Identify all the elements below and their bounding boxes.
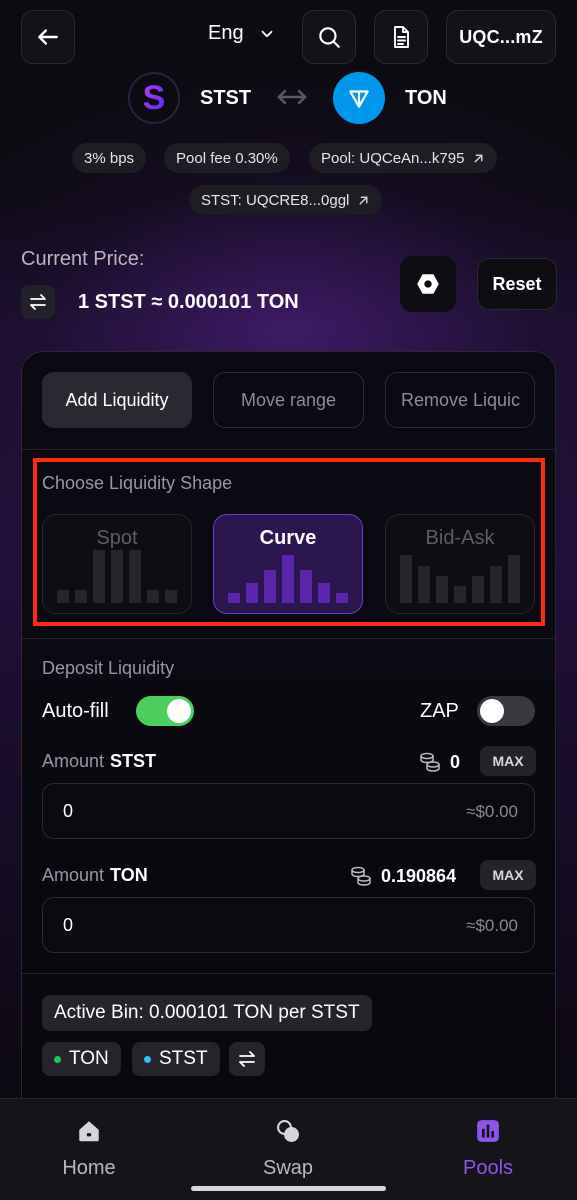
bottom-nav: Home Swap Pools [0,1098,577,1200]
amount-stst-label: Amount STST [42,751,156,772]
max-label: MAX [492,867,524,883]
wallet-button[interactable]: UQC...mZ [446,10,556,64]
nav-swap[interactable]: Swap [228,1113,348,1180]
bps-label: 3% bps [84,149,135,167]
usd-estimate: ≈$0.00 [466,916,518,935]
language-selector[interactable]: Eng [208,22,276,45]
ton-legend: TON [42,1042,121,1076]
double-arrow-icon [277,89,307,105]
stst-amount-input[interactable]: 0 ≈$0.00 [42,783,535,839]
external-link-icon [474,153,483,163]
balance-value: 0.190864 [381,865,457,886]
stst-dot-icon [144,1055,151,1063]
input-value: 0 [63,915,74,935]
stst-address-label: STST: UQCRE8...0ggl [201,191,350,209]
home-indicator [191,1186,386,1191]
nav-label: Pools [462,1157,514,1179]
ton-amount-input[interactable]: 0 ≈$0.00 [42,897,535,953]
balance-value: 0 [450,751,461,772]
bps-chip: 3% bps [72,143,147,173]
wallet-address: UQC...mZ [459,26,543,47]
deposit-liquidity-title: Deposit Liquidity [42,658,175,678]
stst-address-chip[interactable]: STST: UQCRE8...0ggl [189,185,383,215]
tab-label: Add Liquidity [65,389,169,410]
fee-chip: Pool fee 0.30% [164,143,290,173]
ton-dot-icon [54,1055,61,1063]
svg-text:S: S [143,79,166,117]
coins-icon [420,752,440,772]
document-button[interactable] [374,10,428,64]
stst-legend: STST [132,1042,220,1076]
amount-label-text: Amount [42,865,105,885]
reset-label: Reset [492,273,542,294]
divider [22,449,555,450]
document-icon [394,26,409,48]
zap-toggle[interactable] [477,696,535,726]
chevron-down-icon [261,30,272,37]
pool-address-label: Pool: UQCeAn...k795 [321,149,465,167]
swap-arrows-icon [239,1051,255,1067]
token-a-name: STST [200,87,252,109]
swap-coins-icon [277,1120,299,1142]
max-button-stst[interactable]: MAX [480,746,536,776]
amount-ton-label: Amount TON [42,865,148,886]
max-button-ton[interactable]: MAX [480,860,536,890]
ton-legend-label: TON [69,1048,109,1069]
current-price-value: 1 STST ≈ 0.000101 TON [78,291,299,313]
reset-button[interactable]: Reset [477,258,557,310]
amount-token: TON [110,865,148,885]
coins-icon [351,866,371,886]
settings-button[interactable] [400,256,456,312]
nav-label: Home [62,1157,116,1179]
stst-balance: 0 [418,750,460,774]
flip-bin-button[interactable] [229,1042,265,1076]
ton-token-icon [333,72,385,124]
stst-token-icon: S [128,72,180,124]
token-b-name: TON [405,87,447,109]
bar-chart-icon [477,1120,499,1142]
language-label: Eng [208,22,244,44]
autofill-label: Auto-fill [42,700,109,722]
tab-move-range[interactable]: Move range [213,372,364,428]
nav-pools[interactable]: Pools [428,1113,548,1180]
amount-token: STST [110,751,157,771]
tab-label: Remove Liquic [401,389,521,410]
divider [22,973,555,974]
amount-label-text: Amount [42,751,105,771]
tab-remove-liquidity[interactable]: Remove Liquic [385,372,535,428]
search-button[interactable] [302,10,356,64]
invert-price-button[interactable] [21,285,55,319]
external-link-icon [359,195,368,205]
input-value: 0 [63,801,74,821]
nav-home[interactable]: Home [29,1113,149,1180]
swap-arrows-icon [30,294,46,310]
arrow-left-icon [38,29,58,45]
ton-balance: 0.190864 [349,864,456,888]
search-icon [319,27,340,48]
nav-label: Swap [262,1157,314,1179]
tab-label: Move range [240,389,337,410]
max-label: MAX [492,753,524,769]
pool-address-chip[interactable]: Pool: UQCeAn...k795 [309,143,498,173]
tab-add-liquidity[interactable]: Add Liquidity [42,372,192,428]
current-price-title: Current Price: [21,248,145,270]
home-icon [79,1121,99,1142]
stst-legend-label: STST [159,1048,208,1069]
back-button[interactable] [21,10,75,64]
usd-estimate: ≈$0.00 [466,802,518,821]
active-bin-badge: Active Bin: 0.000101 TON per STST [42,995,372,1031]
zap-label: ZAP [420,700,459,722]
active-bin-label: Active Bin: 0.000101 TON per STST [54,1002,360,1023]
divider [22,638,555,639]
autofill-toggle[interactable] [136,696,194,726]
fee-label: Pool fee 0.30% [176,149,278,167]
highlight-box [33,458,545,626]
hexagon-settings-icon [417,274,439,294]
